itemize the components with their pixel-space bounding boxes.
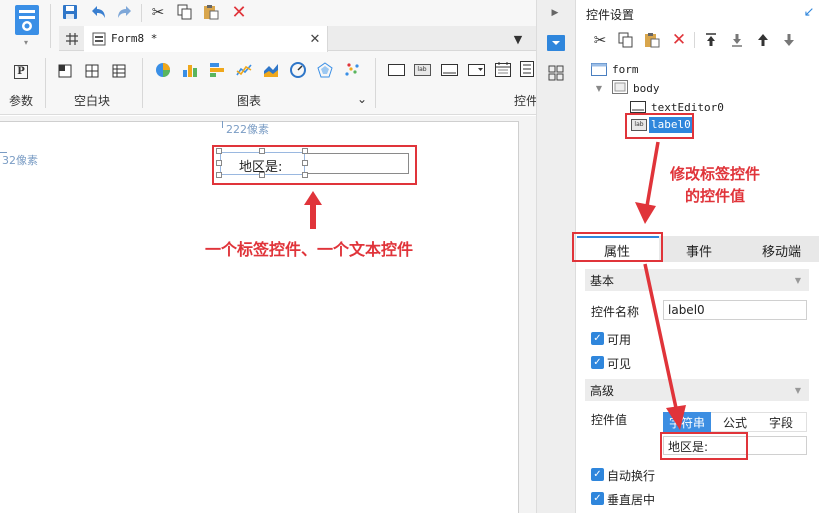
basic-section-header[interactable] [585, 269, 809, 291]
group-label-widgets: 控件 [514, 94, 539, 108]
tab-form8-label: Form8 * [111, 32, 158, 45]
delete-icon[interactable]: ✕ [230, 2, 248, 23]
canvas-annotation: 一个标签控件、一个文本控件 [205, 240, 414, 259]
panel-annotation: 修改标签控件 的控件值 [669, 165, 760, 205]
text-editor-icon [629, 100, 647, 114]
text-input-widget-icon[interactable] [439, 61, 459, 79]
collapse-arrow-icon[interactable]: ▶ [548, 6, 562, 20]
ruler-x-label: 222像素 [226, 123, 269, 136]
cut-icon[interactable]: ✂ [149, 3, 167, 21]
params-icon[interactable]: P [12, 63, 30, 81]
undo-icon[interactable] [88, 3, 108, 21]
paste-icon[interactable] [643, 31, 661, 49]
radar-chart-icon[interactable] [315, 61, 335, 79]
delete-icon[interactable]: ✕ [670, 30, 688, 50]
advanced-section-title: 高级 [590, 384, 615, 398]
scatter-chart-icon[interactable] [342, 61, 362, 79]
pie-chart-icon[interactable] [153, 61, 173, 79]
group-label-charts: 图表 [237, 94, 262, 108]
component-panel-icon[interactable] [546, 63, 566, 83]
body-icon [611, 79, 629, 95]
group-label-blank-block: 空白块 [74, 94, 111, 108]
auto-wrap-label: 自动换行 [607, 469, 656, 483]
ruler-x-tick [222, 121, 223, 128]
grid-layout-icon[interactable] [110, 62, 128, 80]
move-down-icon[interactable] [780, 31, 798, 49]
vertical-center-checkbox[interactable]: ✓ [591, 492, 604, 505]
basic-section-title: 基本 [590, 274, 615, 288]
value-tab-field[interactable]: 字段 [769, 414, 793, 431]
vertical-center-label: 垂直居中 [607, 493, 656, 507]
tree-expand-icon[interactable]: ▼ [594, 83, 604, 93]
copy-icon[interactable] [176, 3, 194, 21]
redo-icon[interactable] [115, 3, 135, 21]
move-to-top-icon[interactable] [702, 31, 720, 49]
name-label: 控件名称 [591, 305, 640, 319]
tab-events-label[interactable]: 事件 [686, 241, 712, 260]
value-label: 控件值 [591, 413, 628, 427]
date-widget-icon[interactable] [493, 59, 513, 79]
enabled-checkbox[interactable]: ✓ [591, 332, 604, 345]
annotation-arrow-icon [628, 140, 668, 225]
split-layout-icon[interactable] [83, 62, 101, 80]
move-up-icon[interactable] [754, 31, 772, 49]
value-field-highlight-box [660, 432, 748, 460]
enabled-label: 可用 [607, 333, 632, 347]
charts-expand-icon[interactable]: ⌄ [356, 92, 368, 106]
app-logo-icon[interactable] [14, 4, 40, 38]
widget-tree-icon[interactable] [63, 30, 81, 48]
group-label-params: 参数 [9, 94, 34, 108]
advanced-section-header[interactable] [585, 379, 809, 401]
paste-icon[interactable] [202, 3, 220, 21]
label-widget-icon[interactable]: lab [412, 61, 432, 79]
widgets-highlight-box [212, 145, 417, 185]
cut-icon[interactable]: ✂ [591, 31, 609, 49]
tab-menu-icon[interactable]: ▼ [510, 31, 526, 47]
dropdown-widget-icon[interactable] [466, 61, 486, 79]
tree-item-body[interactable]: body [633, 82, 660, 95]
arrow-up-icon [302, 190, 324, 230]
annotation-arrow-icon [640, 262, 690, 432]
form-file-icon [91, 31, 107, 47]
save-icon[interactable] [61, 3, 79, 21]
chevron-down-icon[interactable]: ▾ [21, 38, 31, 47]
close-tab-icon[interactable]: ✕ [308, 31, 322, 47]
tree-item-form[interactable]: form [612, 63, 639, 76]
value-tab-formula[interactable]: 公式 [723, 414, 747, 431]
button-widget-icon[interactable] [386, 61, 406, 79]
horizontal-bar-chart-icon[interactable] [207, 61, 227, 79]
section-collapse-icon[interactable]: ▼ [792, 275, 804, 285]
visible-label: 可见 [607, 357, 632, 371]
gauge-chart-icon[interactable] [288, 61, 308, 79]
bar-chart-icon[interactable] [180, 61, 200, 79]
tree-label-highlight-box [625, 113, 694, 139]
area-chart-icon[interactable] [261, 61, 281, 79]
widget-settings-toggle-icon[interactable] [545, 33, 567, 53]
auto-wrap-checkbox[interactable]: ✓ [591, 468, 604, 481]
properties-tab-highlight-box [572, 232, 663, 262]
number-widget-icon[interactable] [518, 59, 536, 79]
copy-icon[interactable] [617, 31, 635, 49]
form-icon [590, 61, 608, 77]
ruler-y-label: 32像素 [2, 154, 38, 167]
line-chart-icon[interactable] [234, 61, 254, 79]
absolute-layout-icon[interactable] [56, 62, 74, 80]
dock-arrow-icon[interactable]: ↙ [802, 5, 816, 20]
panel-title: 控件设置 [586, 8, 635, 22]
visible-checkbox[interactable]: ✓ [591, 356, 604, 369]
section-collapse-icon[interactable]: ▼ [792, 385, 804, 395]
move-to-bottom-icon[interactable] [728, 31, 746, 49]
tab-mobile-label[interactable]: 移动端 [762, 241, 801, 260]
